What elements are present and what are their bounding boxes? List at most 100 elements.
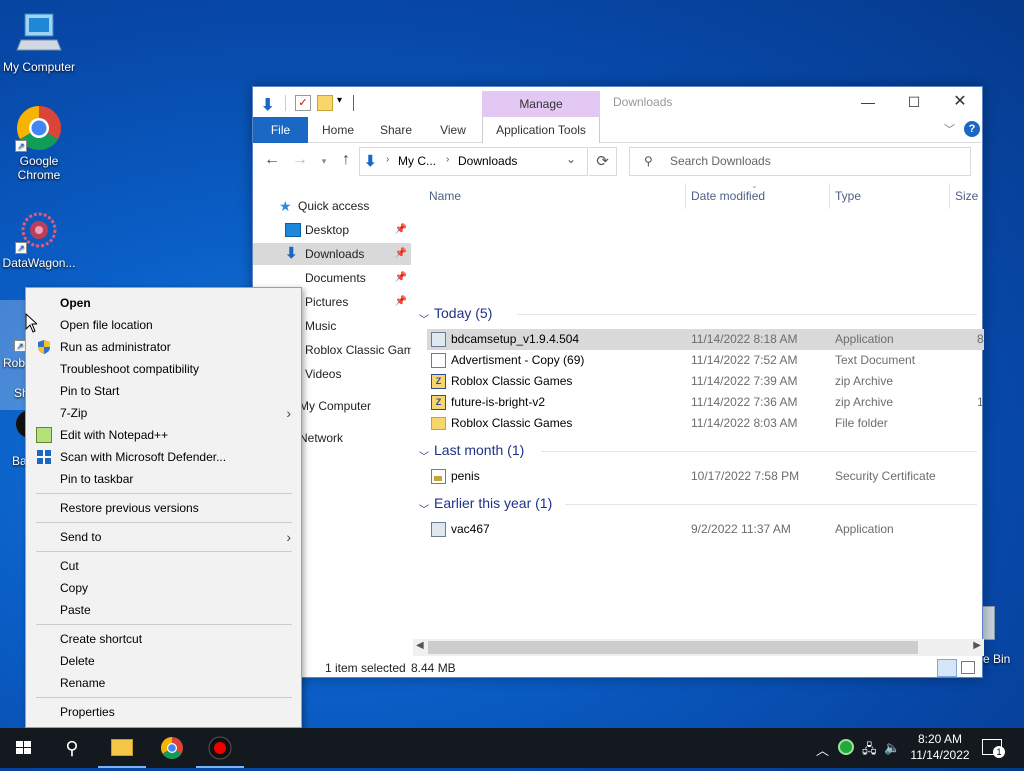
pin-icon[interactable]: 📌 xyxy=(395,291,407,313)
horizontal-scrollbar[interactable]: ◀ ▶ xyxy=(413,639,984,656)
file-row-bdcamsetup[interactable]: bdcamsetup_v1.9.4.504 11/14/2022 8:18 AM… xyxy=(427,329,984,350)
group-header-earlier-this-year[interactable]: Earlier this year (1) xyxy=(434,495,552,511)
details-view-icon[interactable] xyxy=(937,659,957,677)
menu-item-troubleshoot-compatibility[interactable]: Troubleshoot compatibility xyxy=(26,358,301,380)
start-button[interactable] xyxy=(0,728,48,768)
group-collapse-icon[interactable]: ﹀ xyxy=(419,448,429,463)
desktop-icon-my-computer[interactable]: My Computer xyxy=(0,10,78,74)
search-placeholder: Search Downloads xyxy=(670,154,771,168)
file-name: future-is-bright-v2 xyxy=(451,395,546,409)
defender-shield-icon xyxy=(36,449,52,465)
scroll-left-icon[interactable]: ◀ xyxy=(416,640,424,651)
tab-application-tools[interactable]: Application Tools xyxy=(482,117,600,143)
security-status-icon[interactable] xyxy=(838,739,854,755)
desktop-folder-icon xyxy=(285,223,301,237)
group-header-today[interactable]: Today (5) xyxy=(434,305,492,321)
menu-item-7zip[interactable]: 7-Zip › xyxy=(26,402,301,424)
recent-locations-icon[interactable]: ▾ xyxy=(313,156,335,167)
large-icons-view-icon[interactable] xyxy=(961,661,975,674)
maximize-button[interactable]: ☐ xyxy=(891,87,937,117)
menu-item-properties[interactable]: Properties xyxy=(26,701,301,723)
clock[interactable]: 8:20 AM 11/14/2022 xyxy=(904,731,976,763)
breadcrumb-item[interactable]: My C... xyxy=(398,154,436,168)
network-icon[interactable]: 🖧 xyxy=(862,740,877,762)
file-row-roblox-folder[interactable]: Roblox Classic Games 11/14/2022 8:03 AM … xyxy=(427,413,984,434)
file-row-advertisment[interactable]: Advertisment - Copy (69) 11/14/2022 7:52… xyxy=(427,350,984,371)
new-folder-icon[interactable] xyxy=(317,95,333,111)
title-bar: ⬇ ✓ ▾ Manage Downloads — ☐ ✕ xyxy=(253,87,982,117)
address-bar[interactable]: ⬇ › My C... › Downloads ⌄ xyxy=(359,147,588,176)
group-header-last-month[interactable]: Last month (1) xyxy=(434,442,524,458)
column-header-name[interactable]: Name xyxy=(429,189,461,209)
tab-share[interactable]: Share xyxy=(371,117,421,143)
taskbar-file-explorer[interactable] xyxy=(98,728,146,768)
desktop-icon-datawagon[interactable]: ↗ DataWagon... xyxy=(0,206,78,270)
chevron-up-icon[interactable]: ︿ xyxy=(816,740,829,759)
menu-item-open[interactable]: Open xyxy=(26,292,301,314)
menu-item-open-file-location[interactable]: Open file location xyxy=(26,314,301,336)
expand-ribbon-icon[interactable]: ﹀ xyxy=(944,121,955,137)
menu-item-create-shortcut[interactable]: Create shortcut xyxy=(26,628,301,650)
nav-item-documents[interactable]: Documents 📌 xyxy=(253,267,411,289)
minimize-button[interactable]: — xyxy=(845,87,891,117)
pin-icon[interactable]: 📌 xyxy=(395,243,407,265)
windows-logo-icon xyxy=(16,741,31,754)
shortcut-arrow-icon: ↗ xyxy=(15,242,27,254)
tab-file[interactable]: File xyxy=(253,117,308,143)
up-arrow-icon[interactable]: ↑ xyxy=(335,151,357,169)
desktop-icon-chrome[interactable]: ↗ Google Chrome xyxy=(0,104,78,182)
scrollbar-thumb[interactable] xyxy=(428,641,918,654)
back-arrow-icon[interactable]: ← xyxy=(261,151,283,169)
nav-item-desktop[interactable]: Desktop 📌 xyxy=(253,219,411,241)
close-button[interactable]: ✕ xyxy=(937,87,983,117)
help-icon[interactable]: ? xyxy=(964,121,980,137)
column-divider[interactable] xyxy=(949,183,950,209)
nav-item-downloads[interactable]: ⬇ Downloads 📌 xyxy=(253,243,411,265)
group-collapse-icon[interactable]: ﹀ xyxy=(419,501,429,516)
column-divider[interactable] xyxy=(829,183,830,209)
search-icon[interactable]: ⚲ xyxy=(48,728,96,768)
search-input[interactable]: ⚲ Search Downloads xyxy=(629,147,971,176)
menu-item-pin-to-taskbar[interactable]: Pin to taskbar xyxy=(26,468,301,490)
menu-item-pin-to-start[interactable]: Pin to Start xyxy=(26,380,301,402)
group-collapse-icon[interactable]: ﹀ xyxy=(419,311,429,326)
tab-view[interactable]: View xyxy=(428,117,478,143)
customize-qat-icon[interactable]: ▾ xyxy=(337,95,353,111)
menu-item-paste[interactable]: Paste xyxy=(26,599,301,621)
properties-icon[interactable]: ✓ xyxy=(295,95,311,111)
column-header-size[interactable]: Size xyxy=(955,189,978,209)
taskbar-bandicam[interactable] xyxy=(196,728,244,768)
column-header-type[interactable]: Type xyxy=(835,189,861,209)
notification-center-icon[interactable]: 1 xyxy=(982,739,1005,758)
refresh-button[interactable]: ⟳ xyxy=(589,147,617,176)
breadcrumb-item[interactable]: Downloads xyxy=(458,154,517,168)
pin-icon[interactable]: 📌 xyxy=(395,267,407,289)
forward-arrow-icon[interactable]: → xyxy=(289,151,311,169)
submenu-arrow-icon: › xyxy=(286,405,291,421)
chevron-down-icon[interactable]: ⌄ xyxy=(566,152,576,166)
menu-item-rename[interactable]: Rename xyxy=(26,672,301,694)
menu-item-scan-with-defender[interactable]: Scan with Microsoft Defender... xyxy=(26,446,301,468)
tab-home[interactable]: Home xyxy=(313,117,363,143)
menu-item-delete[interactable]: Delete xyxy=(26,650,301,672)
record-icon xyxy=(208,736,232,760)
taskbar-chrome[interactable] xyxy=(148,728,196,768)
file-row-roblox-zip[interactable]: Z Roblox Classic Games 11/14/2022 7:39 A… xyxy=(427,371,984,392)
menu-item-copy[interactable]: Copy xyxy=(26,577,301,599)
menu-item-restore-previous-versions[interactable]: Restore previous versions xyxy=(26,497,301,519)
file-row-future-is-bright[interactable]: Z future-is-bright-v2 11/14/2022 7:36 AM… xyxy=(427,392,984,413)
nav-item-quick-access[interactable]: ★ Quick access xyxy=(253,195,411,217)
pin-icon[interactable]: 📌 xyxy=(395,219,407,241)
file-row-certificate[interactable]: penis 10/17/2022 7:58 PM Security Certif… xyxy=(427,466,984,487)
column-header-date-modified[interactable]: Date modified xyxy=(691,189,765,209)
volume-icon[interactable]: 🔈 xyxy=(884,740,900,756)
menu-item-run-as-administrator[interactable]: Run as administrator xyxy=(26,336,301,358)
menu-item-edit-with-notepad[interactable]: Edit with Notepad++ xyxy=(26,424,301,446)
manage-contextual-tab[interactable]: Manage xyxy=(482,91,600,117)
menu-item-send-to[interactable]: Send to › xyxy=(26,526,301,548)
file-row-vac467[interactable]: vac467 9/2/2022 11:37 AM Application xyxy=(427,519,984,540)
scroll-right-icon[interactable]: ▶ xyxy=(973,640,981,651)
nav-item-label: Roblox Classic Gam xyxy=(305,343,411,357)
menu-item-cut[interactable]: Cut xyxy=(26,555,301,577)
column-divider[interactable] xyxy=(685,183,686,209)
